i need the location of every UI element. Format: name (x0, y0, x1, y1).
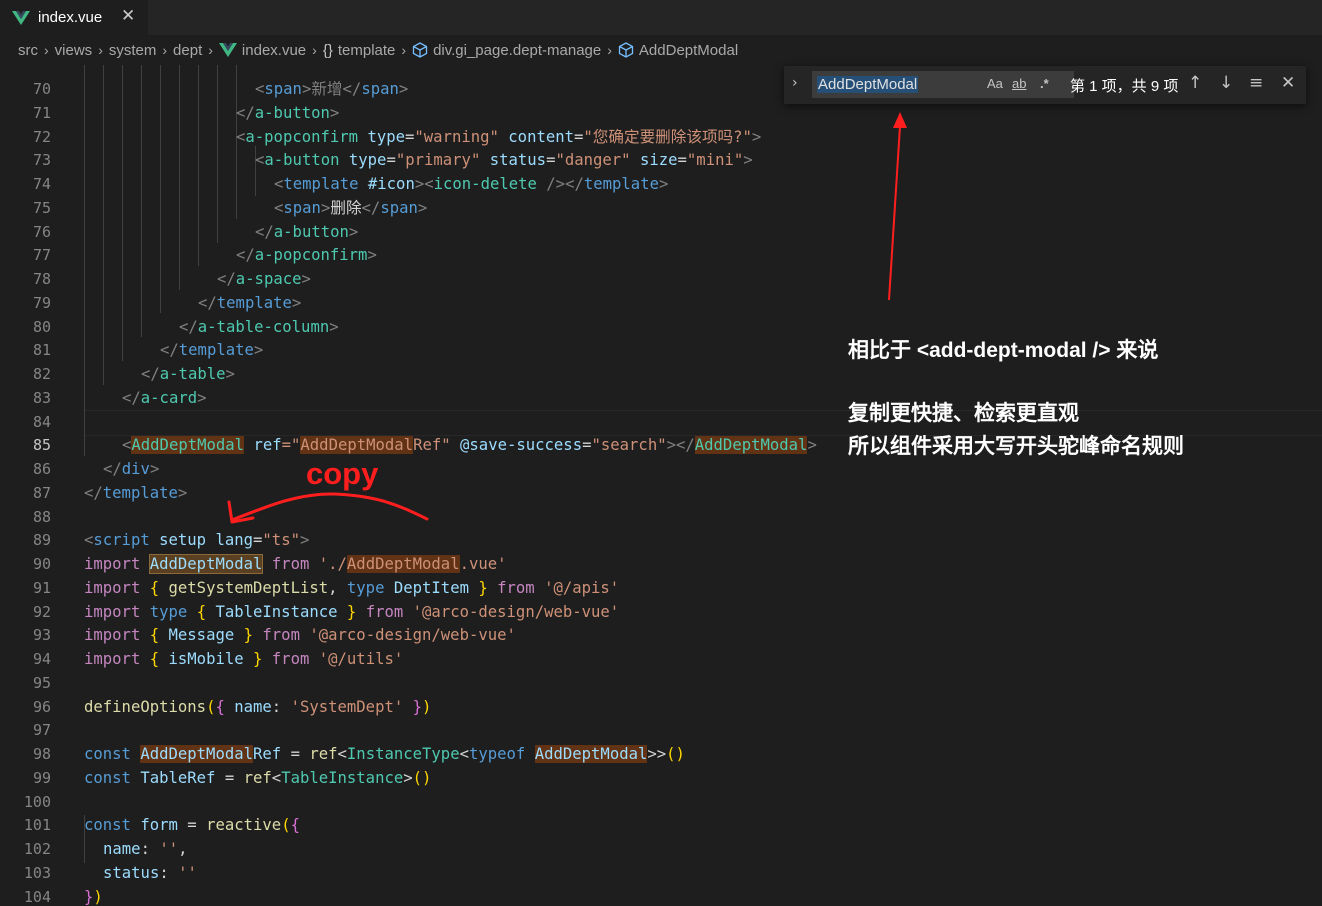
copy-arrow (230, 492, 429, 522)
find-arrow (888, 125, 901, 301)
find-arrow-head (893, 112, 907, 128)
annotation-arrows (227, 112, 907, 524)
